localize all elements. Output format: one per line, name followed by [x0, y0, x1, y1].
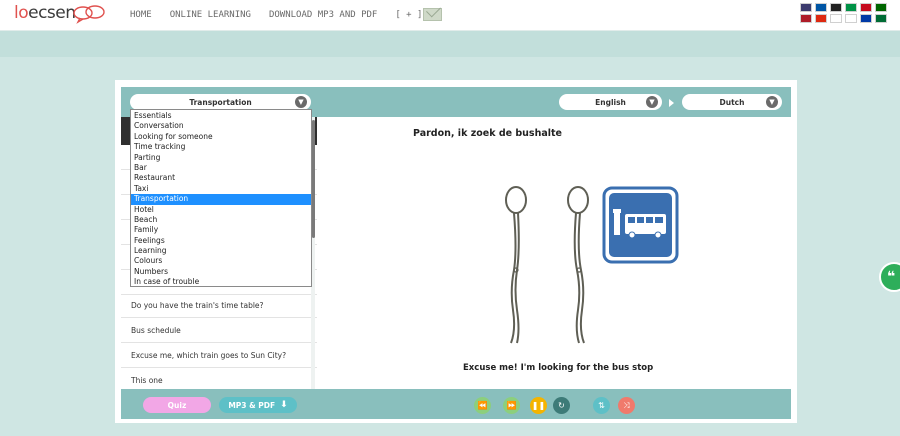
top-nav: HOME ONLINE LEARNING DOWNLOAD MP3 AND PD… [130, 10, 440, 20]
language-to-select[interactable]: Dutch ▼ [682, 94, 782, 110]
nl-flag-icon[interactable] [800, 14, 812, 23]
es-flag-icon[interactable] [860, 3, 872, 12]
sa-flag-icon[interactable] [875, 14, 887, 23]
dropdown-option[interactable]: Taxi [131, 184, 311, 194]
shuffle-icon[interactable]: ⤨ [618, 397, 635, 414]
nav-download[interactable]: DOWNLOAD MP3 AND PDF [269, 10, 377, 20]
rewind-icon[interactable]: ⏪ [474, 397, 491, 414]
dropdown-option[interactable]: Hotel [131, 205, 311, 215]
mail-icon[interactable] [423, 8, 442, 21]
chevron-down-icon: ▼ [646, 96, 658, 108]
de-flag-icon[interactable] [830, 3, 842, 12]
dropdown-option[interactable]: Family [131, 225, 311, 235]
dropdown-option[interactable]: Colours [131, 256, 311, 266]
language-from-label: English [595, 97, 626, 107]
pause-icon[interactable]: ❚❚ [530, 397, 547, 414]
quiz-button-label: Quiz [167, 400, 187, 410]
pt-flag-icon[interactable] [875, 3, 887, 12]
logo-rest: ecsen [28, 3, 76, 23]
dropdown-option[interactable]: Feelings [131, 236, 311, 246]
quote-icon[interactable]: ❝ [879, 262, 900, 292]
forward-icon[interactable]: ⏩ [503, 397, 520, 414]
dropdown-option[interactable]: Transportation [131, 194, 311, 205]
top-bar: loecsen HOME ONLINE LEARNING DOWNLOAD MP… [0, 0, 900, 31]
jp-flag-icon[interactable] [830, 14, 842, 23]
nav-home[interactable]: HOME [130, 10, 152, 20]
bottom-bar: Quiz MP3 & PDF ⬇ ⏪ ⏩ ❚❚ ↻ ⇅ ⤨ [121, 389, 791, 419]
dropdown-option[interactable]: Restaurant [131, 173, 311, 183]
dropdown-option[interactable]: Parting [131, 153, 311, 163]
phrase-row[interactable]: Bus schedule [121, 318, 317, 343]
illustration [505, 186, 679, 344]
repeat-icon[interactable]: ↻ [553, 397, 570, 414]
phrase-row[interactable]: Excuse me, which train goes to Sun City? [121, 343, 317, 368]
stick-figure-icon [505, 186, 527, 344]
dropdown-option[interactable]: Looking for someone [131, 132, 311, 142]
dropdown-option[interactable]: Beach [131, 215, 311, 225]
fr-flag-icon[interactable] [815, 3, 827, 12]
chevron-down-icon: ▼ [766, 96, 778, 108]
download-icon: ⬇ [280, 400, 288, 410]
scrollbar-thumb[interactable] [312, 120, 315, 238]
chevron-down-icon: ▼ [295, 96, 307, 108]
quiz-button[interactable]: Quiz [143, 397, 211, 413]
category-select[interactable]: Transportation ▼ [130, 94, 311, 110]
bus-stop-sign-icon [602, 186, 679, 264]
it-flag-icon[interactable] [845, 3, 857, 12]
category-select-label: Transportation [189, 97, 252, 107]
stick-figure-icon [567, 186, 589, 344]
ru-flag-icon[interactable] [860, 14, 872, 23]
phrase-row[interactable]: Do you have the train's time table? [121, 293, 317, 318]
nav-online-learning[interactable]: ONLINE LEARNING [170, 10, 251, 20]
cn-flag-icon[interactable] [815, 14, 827, 23]
logo-bubbles-icon [73, 5, 105, 24]
dropdown-option[interactable]: Essentials [131, 111, 311, 121]
phrase-caption: Excuse me! I'm looking for the bus stop [463, 363, 654, 373]
us-flag-icon[interactable] [800, 3, 812, 12]
decorative-map-band [0, 31, 900, 57]
dropdown-option[interactable]: Bar [131, 163, 311, 173]
phrase-translation: Pardon, ik zoek de bushalte [413, 128, 562, 139]
category-dropdown: Essentials Conversation Looking for someon… [130, 109, 312, 287]
dropdown-option[interactable]: Numbers [131, 267, 311, 277]
lesson-card: Transportation ▼ English ▼ Dutch ▼ Do yo… [115, 80, 797, 423]
language-flags [800, 3, 892, 23]
kr-flag-icon[interactable] [845, 14, 857, 23]
language-to-label: Dutch [719, 97, 745, 107]
logo-lo: lo [14, 3, 29, 23]
dropdown-option[interactable]: In case of trouble [131, 277, 311, 287]
arrow-right-icon [669, 99, 674, 107]
logo[interactable]: loecsen [14, 3, 76, 23]
language-from-select[interactable]: English ▼ [559, 94, 662, 110]
nav-more[interactable]: [ + ] [395, 10, 422, 20]
mp3-pdf-button[interactable]: MP3 & PDF ⬇ [219, 397, 297, 413]
dropdown-option[interactable]: Learning [131, 246, 311, 256]
swap-icon[interactable]: ⇅ [593, 397, 610, 414]
dropdown-option[interactable]: Conversation [131, 121, 311, 131]
mp3-pdf-button-label: MP3 & PDF [228, 400, 276, 410]
dropdown-option[interactable]: Time tracking [131, 142, 311, 152]
